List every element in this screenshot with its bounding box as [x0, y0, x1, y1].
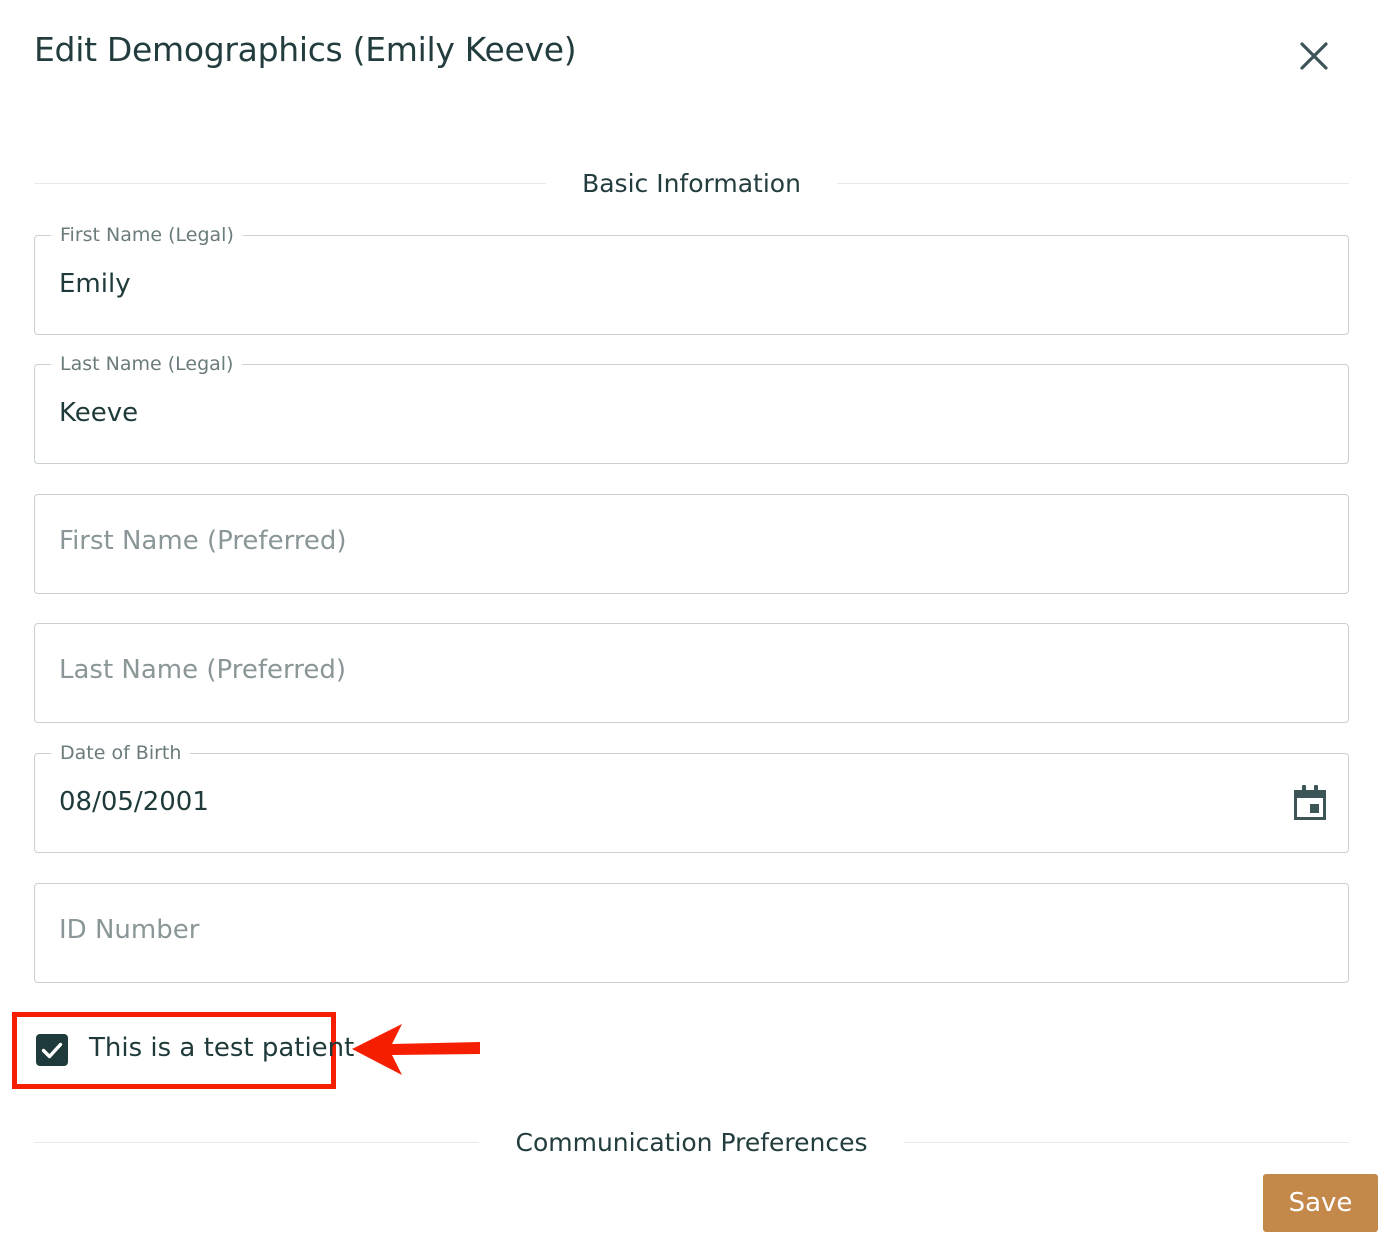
- first-name-preferred-field[interactable]: First Name (Preferred): [34, 494, 1349, 594]
- section-title-basic-information: Basic Information: [582, 168, 801, 198]
- section-title-communication-preferences: Communication Preferences: [515, 1127, 868, 1157]
- first-name-legal-field[interactable]: First Name (Legal) Emily: [34, 222, 1349, 335]
- close-icon: [1300, 42, 1328, 70]
- last-name-preferred-field[interactable]: Last Name (Preferred): [34, 623, 1349, 723]
- section-divider-communication: Communication Preferences: [34, 1127, 1349, 1157]
- calendar-icon[interactable]: [1292, 784, 1328, 822]
- first-name-preferred-placeholder: First Name (Preferred): [59, 526, 347, 556]
- date-of-birth-field[interactable]: Date of Birth 08/05/2001: [34, 740, 1349, 853]
- save-button[interactable]: Save: [1263, 1174, 1378, 1232]
- edit-demographics-dialog: Edit Demographics (Emily Keeve) Basic In…: [0, 0, 1388, 1244]
- close-button[interactable]: [1292, 34, 1336, 78]
- section-divider-basic: Basic Information: [34, 168, 1350, 198]
- first-name-legal-value: Emily: [59, 269, 131, 299]
- id-number-field[interactable]: ID Number: [34, 883, 1349, 983]
- last-name-legal-label: Last Name (Legal): [51, 351, 243, 377]
- checkmark-icon: [41, 1042, 63, 1059]
- date-of-birth-value: 08/05/2001: [59, 787, 209, 817]
- dialog-title: Edit Demographics (Emily Keeve): [34, 30, 577, 69]
- annotation-arrow-icon: [352, 1024, 480, 1075]
- last-name-legal-field[interactable]: Last Name (Legal) Keeve: [34, 351, 1349, 464]
- date-of-birth-label: Date of Birth: [51, 740, 191, 766]
- first-name-legal-label: First Name (Legal): [51, 222, 243, 248]
- id-number-placeholder: ID Number: [59, 915, 200, 945]
- last-name-legal-value: Keeve: [59, 398, 139, 428]
- last-name-preferred-placeholder: Last Name (Preferred): [59, 655, 347, 685]
- test-patient-label[interactable]: This is a test patient: [89, 1030, 354, 1066]
- test-patient-checkbox[interactable]: [36, 1034, 68, 1066]
